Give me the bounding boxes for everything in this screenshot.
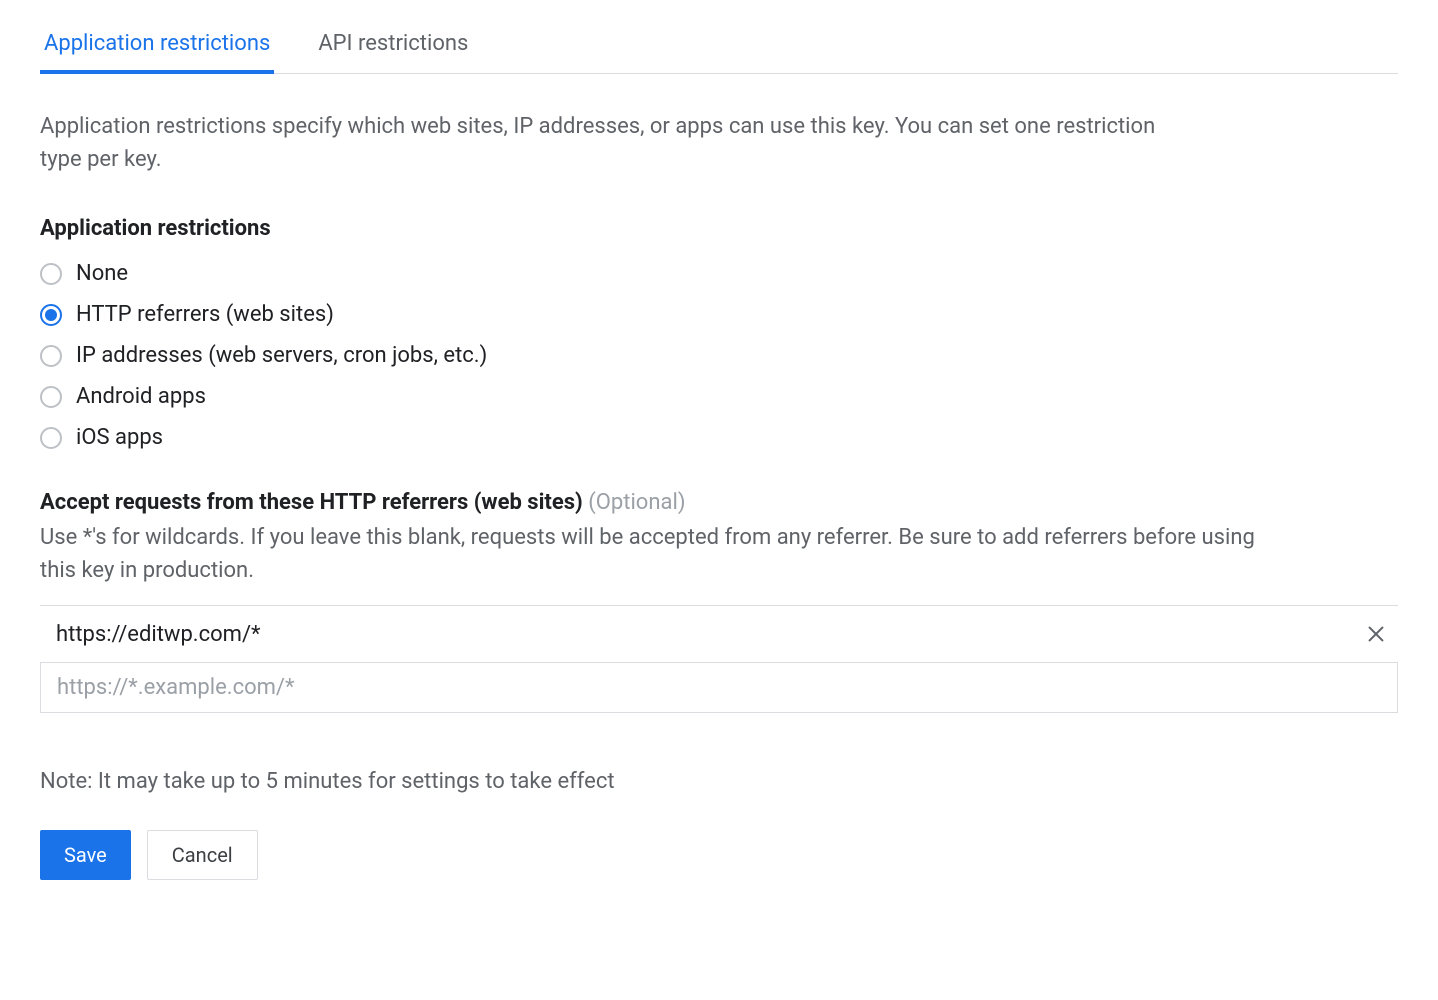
application-restrictions-heading: Application restrictions	[40, 216, 1398, 241]
radio-option-http-referrers[interactable]: HTTP referrers (web sites)	[40, 302, 1398, 327]
radio-option-android-apps[interactable]: Android apps	[40, 384, 1398, 409]
referrers-heading: Accept requests from these HTTP referrer…	[40, 490, 1398, 515]
optional-tag: (Optional)	[588, 490, 685, 515]
tab-api-restrictions[interactable]: API restrictions	[314, 21, 472, 74]
radio-icon	[40, 263, 62, 285]
radio-option-ip-addresses[interactable]: IP addresses (web servers, cron jobs, et…	[40, 343, 1398, 368]
radio-label: Android apps	[76, 384, 206, 409]
referrers-description: Use *'s for wildcards. If you leave this…	[40, 521, 1290, 587]
radio-option-ios-apps[interactable]: iOS apps	[40, 425, 1398, 450]
radio-label: IP addresses (web servers, cron jobs, et…	[76, 343, 487, 368]
settings-note: Note: It may take up to 5 minutes for se…	[40, 769, 1398, 794]
restriction-radio-group: None HTTP referrers (web sites) IP addre…	[40, 261, 1398, 450]
radio-icon	[40, 427, 62, 449]
save-button[interactable]: Save	[40, 830, 131, 880]
button-row: Save Cancel	[40, 830, 1398, 880]
radio-label: None	[76, 261, 128, 286]
referrer-value: https://editwp.com/*	[56, 622, 261, 647]
referrer-input[interactable]	[40, 662, 1398, 713]
referrers-heading-text: Accept requests from these HTTP referrer…	[40, 490, 583, 515]
radio-icon	[40, 386, 62, 408]
referrer-list: https://editwp.com/*	[40, 605, 1398, 713]
page-description: Application restrictions specify which w…	[40, 110, 1190, 176]
referrers-section: Accept requests from these HTTP referrer…	[40, 490, 1398, 713]
tabs-container: Application restrictions API restriction…	[40, 20, 1398, 74]
close-icon[interactable]	[1362, 620, 1390, 648]
radio-option-none[interactable]: None	[40, 261, 1398, 286]
radio-icon	[40, 304, 62, 326]
tab-application-restrictions[interactable]: Application restrictions	[40, 21, 274, 74]
cancel-button[interactable]: Cancel	[147, 830, 258, 880]
radio-label: HTTP referrers (web sites)	[76, 302, 334, 327]
referrer-row: https://editwp.com/*	[40, 606, 1398, 662]
radio-icon	[40, 345, 62, 367]
radio-label: iOS apps	[76, 425, 163, 450]
